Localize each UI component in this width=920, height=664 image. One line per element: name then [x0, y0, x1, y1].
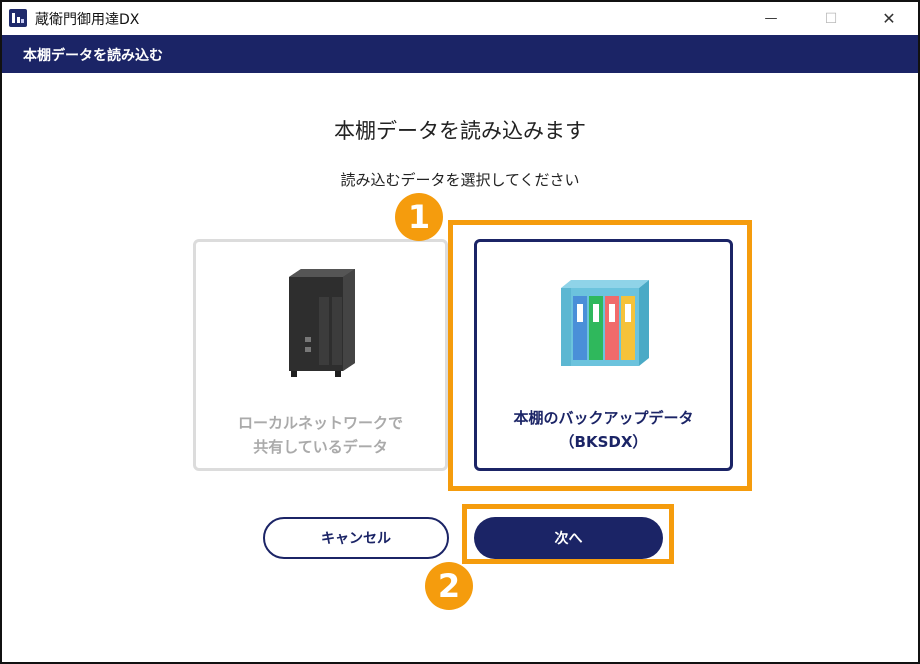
- window-title: 蔵衛門御用達DX: [35, 12, 140, 28]
- title-bar[interactable]: 蔵衛門御用達DX — ☐ ✕: [2, 2, 918, 35]
- step-1-badge: 1: [395, 193, 443, 241]
- maximize-icon: ☐: [824, 10, 838, 27]
- page-subtitle: 読み込むデータを選択してください: [340, 171, 580, 189]
- close-icon: ✕: [882, 9, 896, 28]
- option-local-network-card[interactable]: ローカルネットワークで 共有しているデータ: [193, 239, 448, 471]
- cancel-button[interactable]: キャンセル: [263, 517, 449, 559]
- minimize-button[interactable]: —: [748, 2, 794, 35]
- nas-server-icon: [289, 269, 355, 377]
- close-button[interactable]: ✕: [866, 2, 912, 35]
- dialog-header: 本棚データを読み込む: [2, 35, 918, 73]
- app-window: 蔵衛門御用達DX — ☐ ✕ 本棚データを読み込む 本棚データを読み込みます 読…: [0, 0, 920, 664]
- dialog-header-title: 本棚データを読み込む: [23, 48, 163, 64]
- app-logo-icon: [9, 9, 27, 27]
- option-local-network-label: ローカルネットワークで 共有しているデータ: [237, 414, 403, 456]
- minimize-icon: —: [764, 11, 778, 26]
- step-2-badge: 2: [425, 562, 473, 610]
- annotation-highlight-step1: [448, 220, 752, 491]
- page-title: 本棚データを読み込みます: [334, 119, 586, 143]
- maximize-button[interactable]: ☐: [808, 2, 854, 35]
- next-button[interactable]: 次へ: [474, 517, 663, 559]
